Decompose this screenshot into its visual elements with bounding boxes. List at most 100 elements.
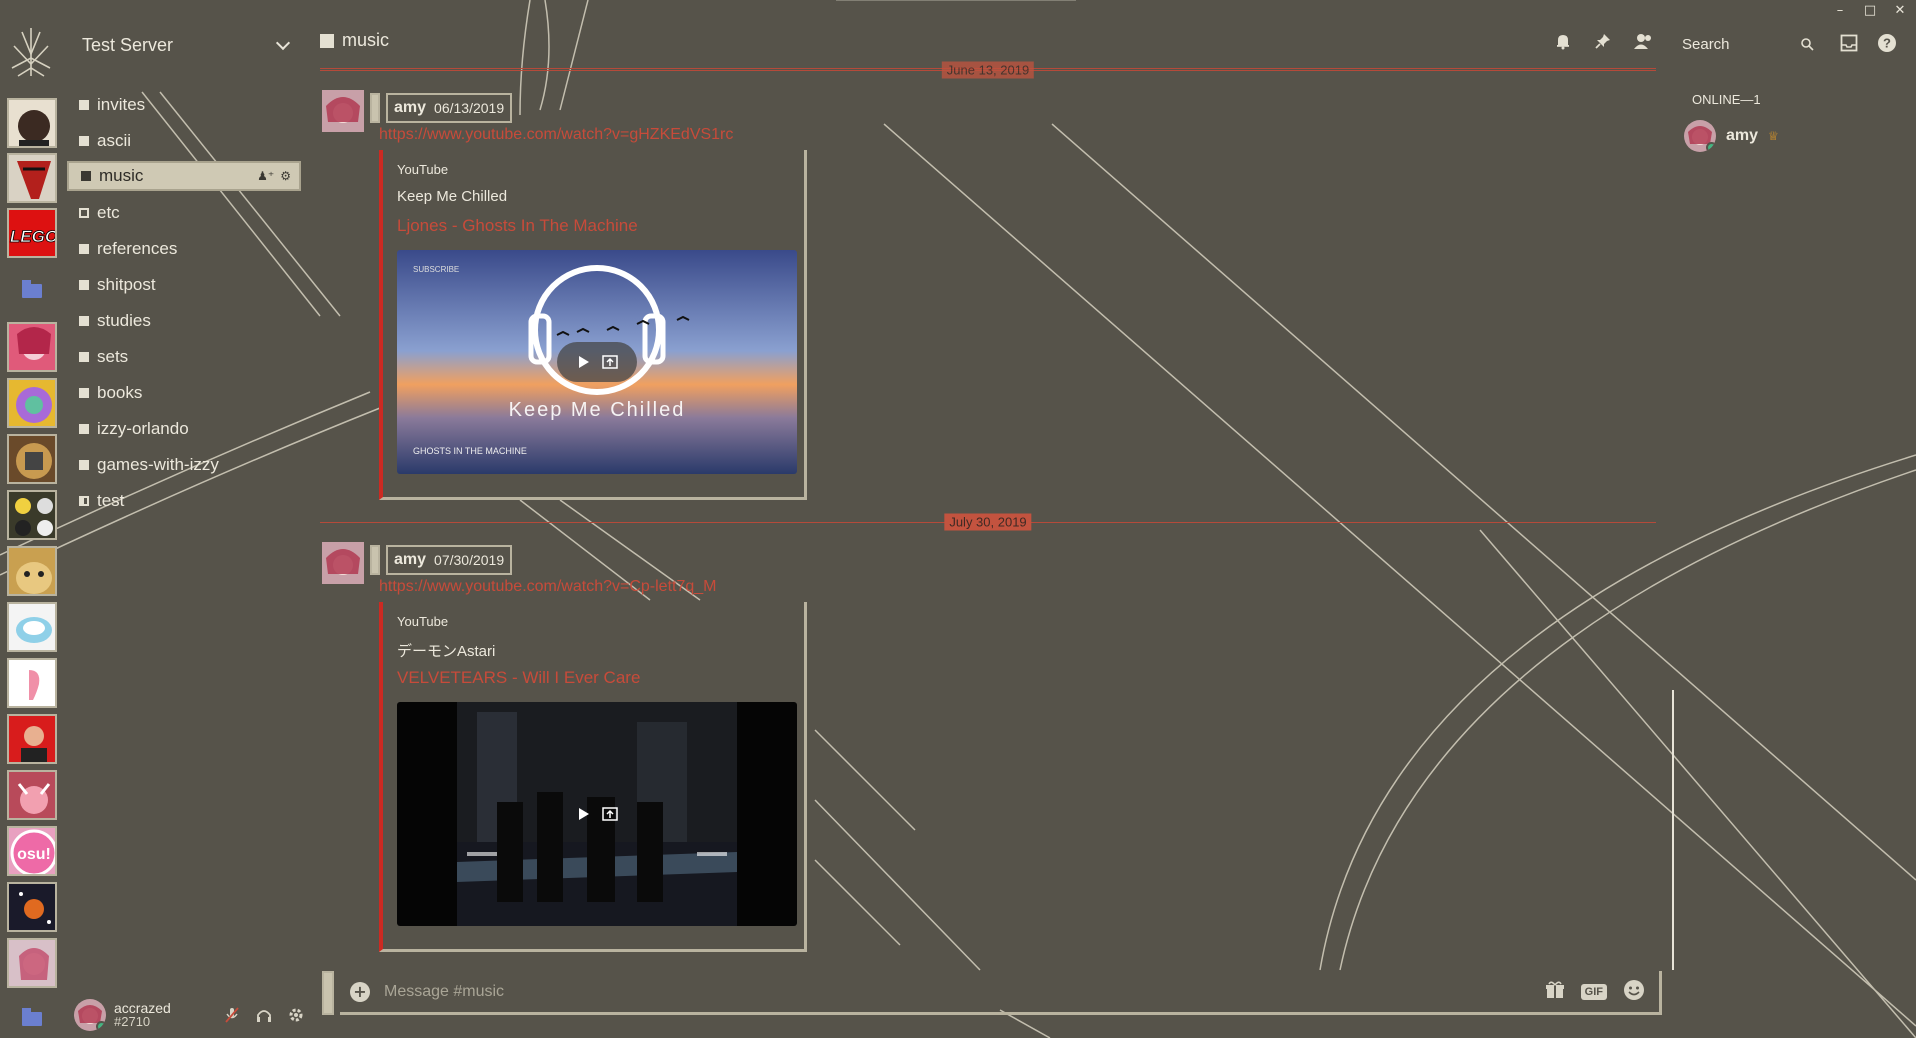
headphones-icon[interactable]: [254, 1005, 274, 1025]
embed-author[interactable]: デーモンAstari: [397, 640, 495, 661]
header-accent: [370, 93, 380, 123]
channel-izzy-orlando[interactable]: izzy-orlando: [67, 414, 301, 444]
search-input[interactable]: [1682, 35, 1782, 53]
message-author[interactable]: amy: [394, 551, 426, 569]
open-external-icon[interactable]: [602, 807, 618, 821]
server-icon[interactable]: [7, 770, 57, 820]
message-input[interactable]: [382, 981, 1545, 1002]
text-channel-icon: [79, 280, 89, 290]
invite-icon[interactable]: ♟⁺: [257, 169, 274, 183]
channel-ascii[interactable]: ascii: [67, 126, 301, 156]
server-icon[interactable]: [7, 378, 57, 428]
server-icon[interactable]: [7, 714, 57, 764]
message-header: amy 07/30/2019: [370, 544, 513, 576]
member-list-header: ONLINE—1: [1692, 92, 1761, 107]
channel-music[interactable]: music ♟⁺ ⚙: [67, 161, 301, 191]
server-icon[interactable]: [7, 490, 57, 540]
upload-plus-icon[interactable]: +: [350, 981, 370, 1002]
gift-icon[interactable]: [1545, 980, 1565, 1004]
message-header: amy 06/13/2019: [370, 92, 513, 124]
channel-test[interactable]: test: [67, 486, 301, 516]
message-link[interactable]: https://www.youtube.com/watch?v=gHZKEdVS…: [379, 126, 733, 144]
server-icon[interactable]: [7, 98, 57, 148]
search-box[interactable]: [1682, 32, 1814, 56]
server-icon[interactable]: [7, 153, 57, 203]
text-channel-icon: [79, 352, 89, 362]
server-icon[interactable]: [7, 546, 57, 596]
channel-games-with-izzy[interactable]: games-with-izzy: [67, 450, 301, 480]
date-divider: June 13, 2019: [320, 61, 1656, 79]
settings-icon[interactable]: [286, 1005, 306, 1025]
channel-books[interactable]: books: [67, 378, 301, 408]
text-channel-icon: [79, 100, 89, 110]
bell-icon[interactable]: [1552, 30, 1574, 52]
server-icon[interactable]: [7, 938, 57, 988]
member-name: amy: [1726, 127, 1759, 144]
embed-provider: YouTube: [397, 162, 449, 177]
avatar[interactable]: [322, 542, 364, 584]
server-icon[interactable]: [7, 602, 57, 652]
channel-label: ascii: [97, 131, 132, 150]
channel-actions: ♟⁺ ⚙: [257, 169, 291, 183]
header-extra-tools: ?: [1838, 32, 1898, 54]
embed-title[interactable]: Ljones - Ghosts In The Machine: [397, 216, 638, 236]
gear-icon[interactable]: ⚙: [280, 169, 291, 183]
minimize-button[interactable]: –: [1830, 0, 1850, 20]
channel-label: references: [97, 239, 178, 258]
voice-channel-icon: [79, 496, 89, 506]
text-channel-icon: [79, 244, 89, 254]
message-timestamp: 06/13/2019: [434, 100, 505, 116]
server-icon[interactable]: [7, 322, 57, 372]
server-icon[interactable]: [7, 882, 57, 932]
date-label: July 30, 2019: [944, 513, 1032, 531]
server-icon-osu[interactable]: osu!: [7, 826, 57, 876]
scrollbar[interactable]: [1672, 690, 1674, 970]
date-label: June 13, 2019: [941, 61, 1035, 79]
server-icon-lego[interactable]: LEGO: [7, 208, 57, 258]
play-icon[interactable]: [576, 355, 590, 369]
channel-sets[interactable]: sets: [67, 342, 301, 372]
video-embed: YouTube Keep Me Chilled Ljones - Ghosts …: [379, 150, 807, 500]
avatar[interactable]: [322, 90, 364, 132]
channel-studies[interactable]: studies: [67, 306, 301, 336]
mic-muted-icon[interactable]: [222, 1005, 242, 1025]
message-author[interactable]: amy: [394, 99, 426, 117]
emoji-icon[interactable]: [1623, 979, 1645, 1005]
avatar[interactable]: [74, 999, 106, 1031]
avatar: [1684, 120, 1716, 152]
text-channel-icon: [79, 388, 89, 398]
search-icon: [1801, 38, 1814, 51]
help-icon[interactable]: ?: [1876, 32, 1898, 54]
thumb-subcaption: GHOSTS IN THE MACHINE: [413, 446, 527, 456]
embed-author[interactable]: Keep Me Chilled: [397, 188, 507, 205]
channel-invites[interactable]: invites: [67, 90, 301, 120]
play-icon[interactable]: [576, 807, 590, 821]
members-icon[interactable]: [1632, 30, 1654, 52]
video-thumbnail[interactable]: SUBSCRIBE Keep Me Chilled GHOSTS IN THE …: [397, 250, 797, 474]
svg-text:LEGO: LEGO: [10, 227, 57, 246]
header-toolbar: [1552, 30, 1654, 52]
folder-icon[interactable]: [7, 994, 57, 1038]
text-channel-icon: [79, 460, 89, 470]
embed-title[interactable]: VELVETEARS - Will I Ever Care: [397, 668, 640, 688]
pin-icon[interactable]: [1592, 30, 1614, 52]
video-thumbnail[interactable]: [397, 702, 797, 926]
online-status-dot: [96, 1021, 106, 1031]
channel-references[interactable]: references: [67, 234, 301, 264]
server-header[interactable]: Test Server: [82, 32, 294, 58]
maximize-button[interactable]: □: [1860, 0, 1880, 20]
member-item[interactable]: amy ♕: [1684, 120, 1779, 152]
channel-shitpost[interactable]: shitpost: [67, 270, 301, 300]
channel-label: sets: [97, 347, 129, 366]
gif-icon[interactable]: GIF: [1580, 983, 1607, 1000]
message-link[interactable]: https://www.youtube.com/watch?v=Cp-lett7…: [379, 578, 717, 596]
close-button[interactable]: ✕: [1890, 0, 1910, 20]
server-icon[interactable]: [7, 658, 57, 708]
app-logo-icon[interactable]: [8, 24, 54, 80]
server-icon[interactable]: [7, 434, 57, 484]
svg-text:osu!: osu!: [17, 846, 51, 863]
channel-etc[interactable]: etc: [67, 198, 301, 228]
open-external-icon[interactable]: [602, 355, 618, 369]
folder-icon[interactable]: [7, 266, 57, 316]
inbox-icon[interactable]: [1838, 32, 1860, 54]
